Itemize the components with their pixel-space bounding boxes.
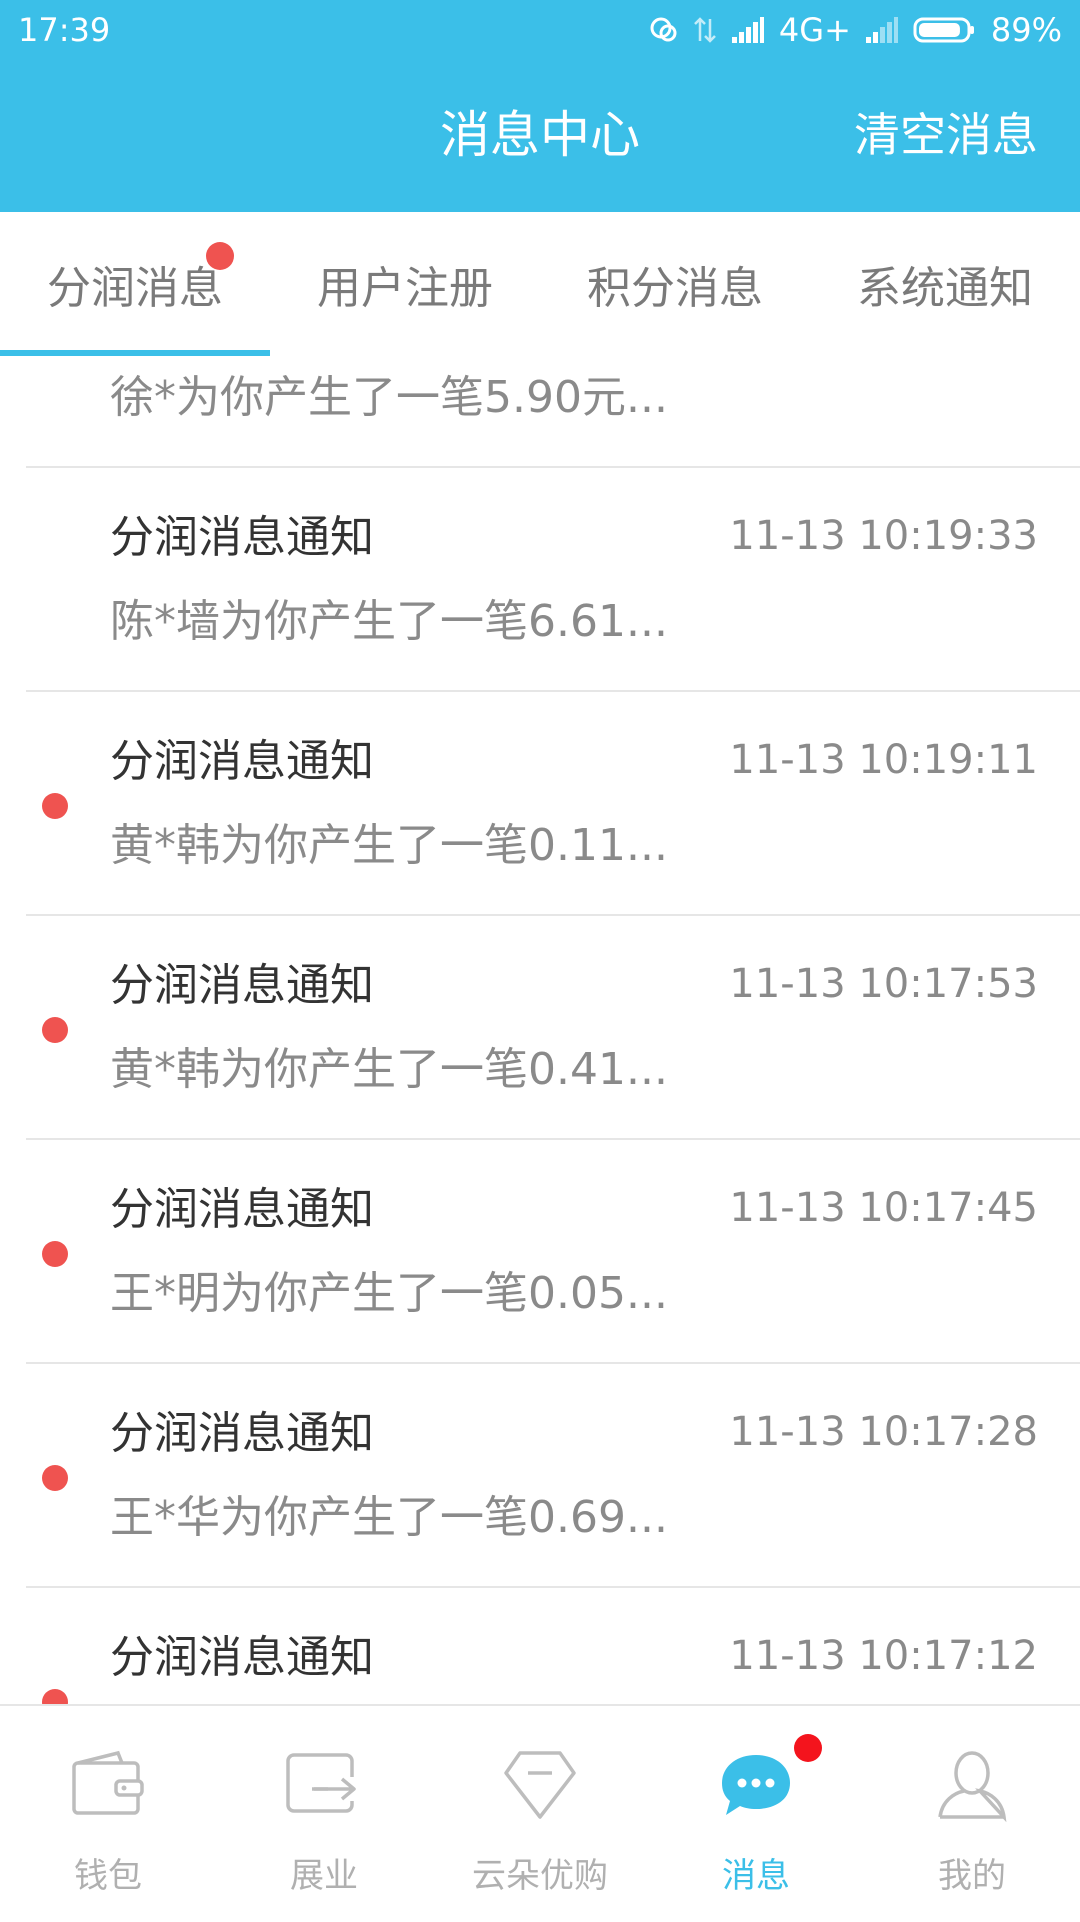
sync-icon (649, 15, 679, 45)
message-title: 分润消息通知 (110, 1184, 374, 1235)
unread-dot (42, 793, 68, 819)
nav-messages[interactable]: 消息 (648, 1706, 864, 1922)
clear-messages-button[interactable]: 清空消息 (854, 100, 1038, 170)
share-icon (279, 1740, 369, 1830)
data-transfer-icon (693, 15, 717, 45)
signal-icon (731, 15, 765, 45)
tab-label: 用户注册 (317, 263, 493, 314)
nav-wallet[interactable]: 钱包 (0, 1706, 216, 1922)
unread-badge (206, 242, 234, 270)
tab-points[interactable]: 积分消息 (540, 212, 810, 356)
message-list[interactable]: 徐*为你产生了一笔5.90元... 分润消息通知 11-13 10:19:33 … (0, 356, 1080, 1704)
list-item[interactable]: 分润消息通知 11-13 10:17:45 王*明为你产生了一笔0.05... (0, 1140, 1080, 1364)
unread-dot (42, 1017, 68, 1043)
bottom-navigation: 钱包 展业 云朵优购 消息 我的 (0, 1704, 1080, 1920)
list-item[interactable]: 分润消息通知 11-13 10:19:33 陈*墙为你产生了一笔6.61... (0, 468, 1080, 692)
app-header: 17:39 4G+ 89% 消息中心 清空消息 (0, 0, 1080, 212)
message-time: 11-13 10:17:28 (729, 1409, 1038, 1455)
message-title: 分润消息通知 (110, 960, 374, 1011)
list-item[interactable]: 分润消息通知 11-13 10:19:11 黄*韩为你产生了一笔0.11... (0, 692, 1080, 916)
message-time: 11-13 10:17:45 (729, 1185, 1038, 1231)
message-time: 11-13 10:17:12 (729, 1633, 1038, 1679)
battery-percent: 89% (990, 11, 1062, 49)
tab-user-registration[interactable]: 用户注册 (270, 212, 540, 356)
message-preview: 陈*墙为你产生了一笔6.61... (110, 596, 668, 647)
unread-dot (42, 1465, 68, 1491)
nav-label: 钱包 (74, 1856, 142, 1896)
message-preview: 王*华为你产生了一笔0.69... (110, 1492, 668, 1543)
tab-label: 积分消息 (587, 263, 763, 314)
list-item[interactable]: 徐*为你产生了一笔5.90元... (0, 356, 1080, 468)
signal-weak-icon (865, 15, 899, 45)
status-icons: 4G+ 89% (649, 10, 1062, 50)
unread-dot (42, 1241, 68, 1267)
wallet-icon (63, 1740, 153, 1830)
chat-bubble-icon (711, 1740, 801, 1830)
message-title: 分润消息通知 (110, 1632, 374, 1683)
message-title: 分润消息通知 (110, 736, 374, 787)
message-preview: 黄*韩为你产生了一笔0.41... (110, 1044, 668, 1095)
list-item[interactable]: 分润消息通知 11-13 10:17:53 黄*韩为你产生了一笔0.41... (0, 916, 1080, 1140)
diamond-icon (495, 1740, 585, 1830)
message-title: 分润消息通知 (110, 512, 374, 563)
nav-label: 我的 (938, 1856, 1006, 1896)
nav-profile[interactable]: 我的 (864, 1706, 1080, 1922)
battery-icon (913, 15, 977, 45)
unread-badge (794, 1734, 822, 1762)
tab-label: 系统通知 (857, 263, 1033, 314)
nav-label: 云朵优购 (472, 1856, 608, 1896)
message-time: 11-13 10:17:53 (729, 961, 1038, 1007)
message-preview: 徐*为你产生了一笔5.90元... (110, 372, 668, 423)
list-item[interactable]: 分润消息通知 11-13 10:17:28 王*华为你产生了一笔0.69... (0, 1364, 1080, 1588)
message-time: 11-13 10:19:11 (729, 737, 1038, 783)
list-item[interactable]: 分润消息通知 11-13 10:17:12 (0, 1588, 1080, 1704)
status-bar: 17:39 4G+ 89% (0, 0, 1080, 62)
message-time: 11-13 10:19:33 (729, 513, 1038, 559)
tab-profit-sharing[interactable]: 分润消息 (0, 212, 270, 356)
nav-label: 展业 (290, 1856, 358, 1896)
status-time: 17:39 (18, 11, 111, 49)
message-preview: 王*明为你产生了一笔0.05... (110, 1268, 668, 1319)
nav-shop[interactable]: 云朵优购 (432, 1706, 648, 1922)
message-preview: 黄*韩为你产生了一笔0.11... (110, 820, 668, 871)
network-type: 4G+ (778, 11, 851, 49)
user-icon (927, 1740, 1017, 1830)
nav-business[interactable]: 展业 (216, 1706, 432, 1922)
tab-system-notice[interactable]: 系统通知 (810, 212, 1080, 356)
message-tabs: 分润消息 用户注册 积分消息 系统通知 (0, 212, 1080, 356)
tab-label: 分润消息 (47, 263, 223, 314)
nav-label: 消息 (722, 1856, 790, 1896)
unread-dot (42, 1689, 68, 1704)
message-title: 分润消息通知 (110, 1408, 374, 1459)
